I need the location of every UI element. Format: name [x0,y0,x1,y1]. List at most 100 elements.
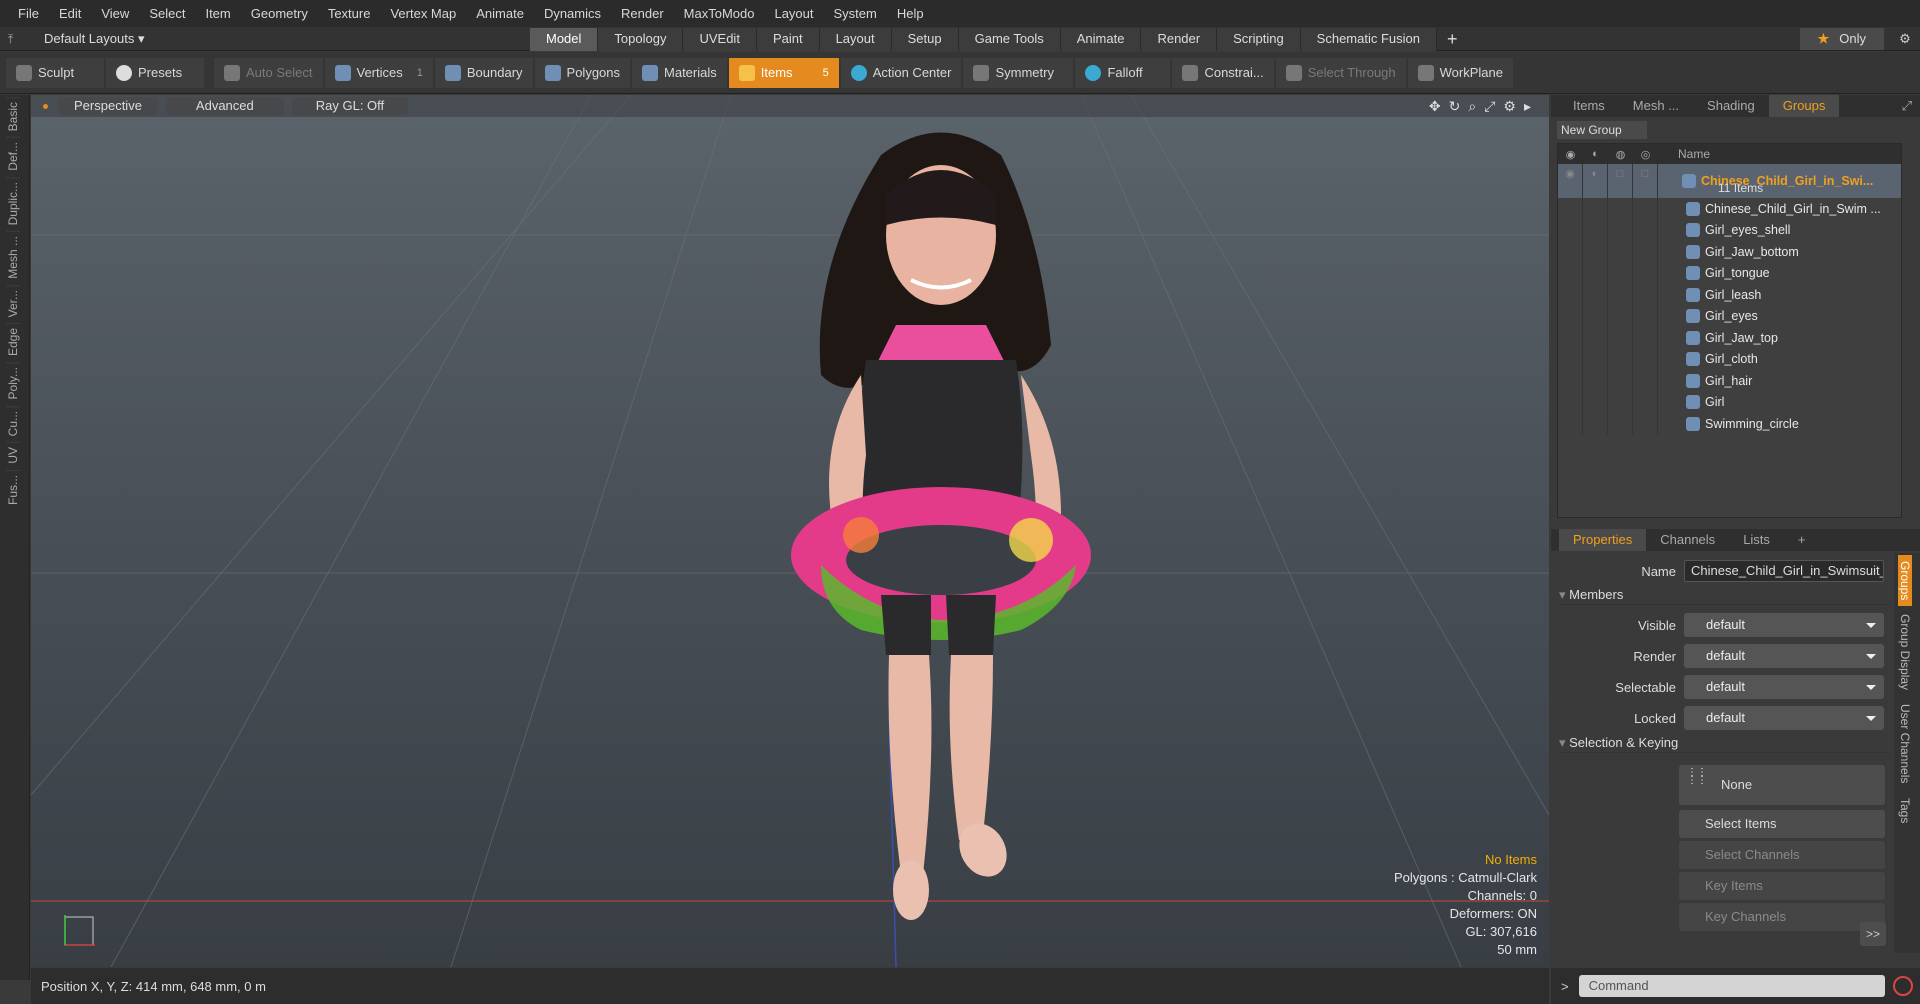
sculpt-button[interactable]: Sculpt [6,57,104,88]
tab-groups[interactable]: Groups [1768,95,1840,117]
tab-lists[interactable]: Lists [1729,529,1784,551]
tab-uvedit[interactable]: UVEdit [683,27,757,51]
menu-item[interactable]: Item [195,0,240,27]
list-item[interactable]: Chinese_Child_Girl_in_Swim ... [1558,198,1901,220]
left-tab-curve[interactable]: Cu... [6,405,20,441]
menu-geometry[interactable]: Geometry [241,0,318,27]
polygons-button[interactable]: Polygons [534,57,631,88]
menu-file[interactable]: File [8,0,49,27]
render-col-icon[interactable]: ◐ [1583,148,1608,160]
layouts-dropdown[interactable]: Default Layouts ▾ [44,31,144,47]
list-item[interactable]: Girl_Jaw_bottom [1558,241,1901,263]
menu-layout[interactable]: Layout [764,0,823,27]
tab-channels[interactable]: Channels [1646,529,1729,551]
tab-game-tools[interactable]: Game Tools [958,27,1061,51]
key-channels-button[interactable]: Key Channels [1679,903,1885,931]
tab-paint[interactable]: Paint [756,27,820,51]
menu-dynamics[interactable]: Dynamics [534,0,611,27]
side-tab-tags[interactable]: Tags [1898,792,1912,829]
symmetry-button[interactable]: Symmetry [963,57,1074,88]
menu-vertex-map[interactable]: Vertex Map [380,0,466,27]
layout-arrow-icon[interactable]: ⤒ [8,32,22,46]
tab-schematic-fusion[interactable]: Schematic Fusion [1300,27,1437,51]
key-items-button[interactable]: Key Items [1679,872,1885,900]
tab-animate[interactable]: Animate [1060,27,1142,51]
add-props-tab-icon[interactable]: + [1784,529,1820,551]
only-button[interactable]: ★ Only [1799,28,1884,50]
render-dropdown[interactable]: default [1684,644,1884,668]
vertices-button[interactable]: Vertices 1 [324,57,433,88]
workplane-button[interactable]: WorkPlane [1407,57,1513,88]
items-button[interactable]: Items 5 [728,57,839,88]
menu-maxtomodo[interactable]: MaxToModo [674,0,765,27]
list-item[interactable]: Girl_Jaw_top [1558,327,1901,349]
viewport-gear-icon[interactable]: ⚙ [1503,98,1516,115]
presets-button[interactable]: Presets [106,57,204,88]
action-center-button[interactable]: Action Center [840,57,962,88]
tab-items[interactable]: Items [1559,95,1619,117]
advanced-button[interactable]: Advanced [165,97,284,115]
perspective-button[interactable]: Perspective [58,97,158,115]
tab-topology[interactable]: Topology [598,27,684,51]
girl-model[interactable] [731,115,1151,945]
select-icon[interactable]: □ [1633,164,1658,198]
zoom-icon[interactable]: ⌕ [1468,98,1476,115]
tab-properties[interactable]: Properties [1559,529,1647,551]
raygl-button[interactable]: Ray GL: Off [291,97,409,115]
tab-scripting[interactable]: Scripting [1217,27,1301,51]
left-tab-polygon[interactable]: Poly... [6,362,20,404]
side-tab-group-display[interactable]: Group Display [1898,608,1912,696]
menu-help[interactable]: Help [887,0,934,27]
add-tab-icon[interactable]: + [1447,28,1458,50]
menu-view[interactable]: View [91,0,139,27]
list-item[interactable]: Girl_tongue [1558,262,1901,284]
group-name-field[interactable]: Chinese_Child_Girl_in_Swimsuit_S [1684,560,1884,582]
none-button[interactable]: ⋮⋮ ⋮⋮ None [1679,765,1885,805]
members-section[interactable]: Members [1559,585,1889,605]
locked-dropdown[interactable]: default [1684,706,1884,730]
side-tab-groups[interactable]: Groups [1898,555,1912,607]
visible-dropdown[interactable]: default [1684,613,1884,637]
auto-select-button[interactable]: Auto Select [214,57,323,88]
panel-expand-icon[interactable]: ⤢ [1894,98,1920,114]
gear-icon[interactable]: ⚙ [1890,31,1920,47]
list-item[interactable]: Girl_leash [1558,284,1901,306]
constrain-button[interactable]: Constrai... [1172,57,1274,88]
tab-model[interactable]: Model [530,27,599,51]
boundary-button[interactable]: Boundary [434,57,533,88]
menu-system[interactable]: System [824,0,887,27]
viewport-menu-dot[interactable] [43,103,48,109]
pan-icon[interactable]: ✥ [1429,98,1441,115]
group-row[interactable]: ◉ ◐ □ □ Chinese_Child_Girl_in_Swi... 11 Ite… [1558,164,1901,198]
viewport-arrow-icon[interactable]: ▸ [1524,98,1531,115]
rotate-icon[interactable]: ↻ [1449,98,1461,115]
list-item[interactable]: Girl_cloth [1558,348,1901,370]
record-icon[interactable] [1892,976,1913,996]
side-tab-user-channels[interactable]: User Channels [1898,698,1912,789]
tab-mesh[interactable]: Mesh ... [1619,95,1693,117]
maximize-icon[interactable]: ⤢ [1484,98,1495,115]
list-item[interactable]: Girl_eyes [1558,305,1901,327]
menu-edit[interactable]: Edit [49,0,91,27]
left-tab-basic[interactable]: Basic [6,97,20,136]
new-group-button[interactable]: New Group [1557,121,1647,139]
lock-icon[interactable]: □ [1608,164,1633,198]
left-tab-fusion[interactable]: Fus... [6,469,20,509]
falloff-button[interactable]: Falloff [1075,57,1171,88]
tab-render[interactable]: Render [1141,27,1218,51]
tab-layout[interactable]: Layout [819,27,892,51]
materials-button[interactable]: Materials [632,57,727,88]
lock-col-icon[interactable]: ◍ [1608,148,1633,161]
tab-setup[interactable]: Setup [891,27,959,51]
list-item[interactable]: Girl_eyes_shell [1558,219,1901,241]
left-tab-duplicate[interactable]: Duplic... [6,177,20,230]
menu-texture[interactable]: Texture [318,0,381,27]
eye-icon[interactable]: ◉ [1558,164,1583,198]
left-tab-mesh[interactable]: Mesh ... [6,231,20,284]
more-button[interactable]: >> [1860,922,1886,946]
tab-shading[interactable]: Shading [1693,95,1769,117]
left-tab-deform[interactable]: Def... [6,137,20,176]
menu-animate[interactable]: Animate [466,0,534,27]
selection-keying-section[interactable]: Selection & Keying [1559,733,1889,753]
command-input[interactable]: Command [1578,975,1885,997]
